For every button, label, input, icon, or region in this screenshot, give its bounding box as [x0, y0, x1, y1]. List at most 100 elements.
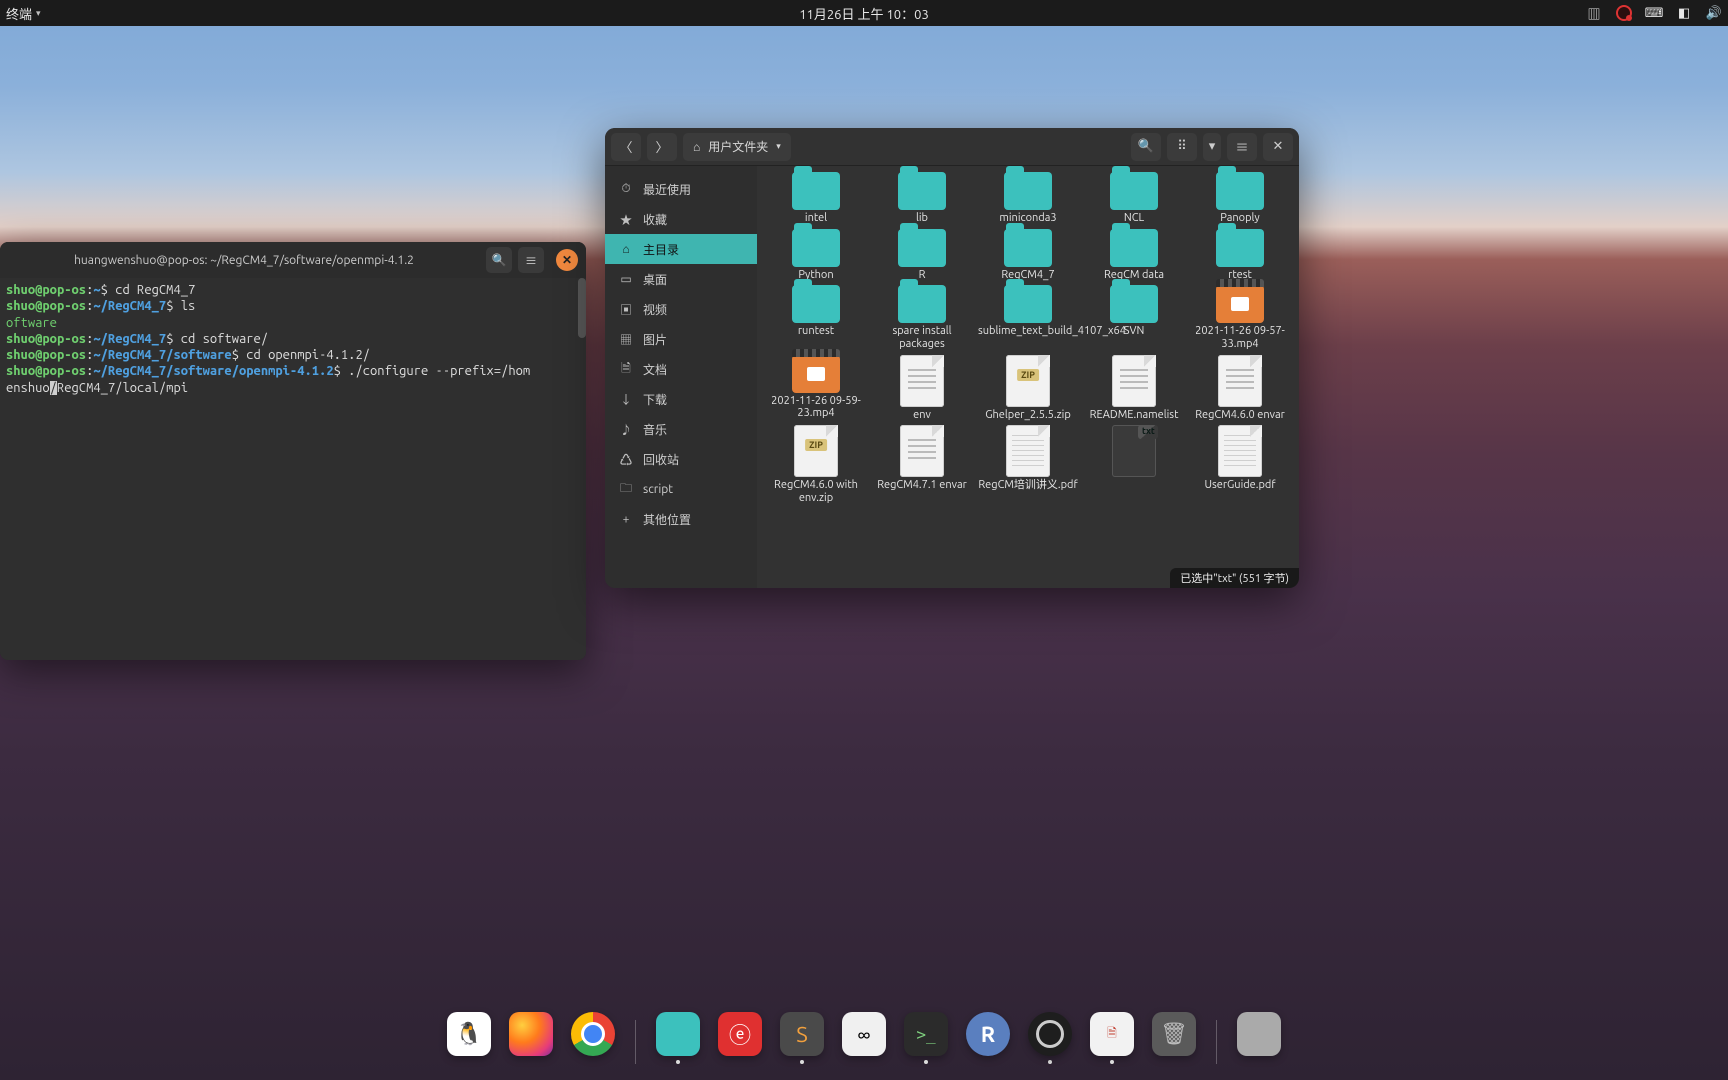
file-label: 2021-11-26 09-57-33.mp4 — [1190, 325, 1290, 350]
file-label: RegCM培训讲义.pdf — [978, 479, 1077, 492]
file-label: RegCM4.7.1 envar — [877, 479, 967, 492]
files-close-button[interactable]: ✕ — [1263, 133, 1293, 161]
file-item[interactable]: 2021-11-26 09-57-33.mp4 — [1189, 283, 1291, 350]
file-item[interactable]: sublime_text_build_4107_x64 — [977, 283, 1079, 350]
folder-icon — [1216, 172, 1264, 210]
sidebar-item-label: 下载 — [643, 391, 667, 408]
firefox-icon — [509, 1012, 553, 1056]
file-item[interactable]: Python — [765, 227, 867, 282]
file-item[interactable]: RegCM4.6.0 with env.zip — [765, 423, 867, 504]
file-item[interactable]: 2021-11-26 09-59-23.mp4 — [765, 353, 867, 422]
file-item[interactable]: Ghelper_2.5.5.zip — [977, 353, 1079, 422]
tray-app-icon[interactable]: ◧ — [1676, 5, 1692, 21]
dock-item-terminal[interactable]: >_ — [904, 1012, 948, 1064]
file-item[interactable]: Panoply — [1189, 170, 1291, 225]
clock[interactable]: 11月26日 上午 10：03 — [799, 4, 929, 23]
files-search-button[interactable]: 🔍 — [1131, 133, 1161, 161]
nav-back-button[interactable]: 〈 — [611, 133, 641, 161]
dock-item-apps[interactable] — [1237, 1012, 1281, 1064]
file-item[interactable]: RegCM data — [1083, 227, 1185, 282]
volume-icon[interactable]: 🔊 — [1706, 5, 1722, 21]
dock-item-libreoffice[interactable]: 🗎 — [1090, 1012, 1134, 1064]
sidebar-item[interactable]: +其他位置 — [605, 504, 757, 534]
file-item[interactable]: env — [871, 353, 973, 422]
folder-icon — [898, 229, 946, 267]
file-label: sublime_text_build_4107_x64 — [978, 325, 1078, 338]
sidebar-item-label: script — [643, 483, 673, 496]
sidebar-item[interactable]: 🗎文档 — [605, 354, 757, 384]
file-item[interactable]: lib — [871, 170, 973, 225]
terminal-scrollbar[interactable] — [578, 278, 586, 338]
sidebar-item[interactable]: ▣视频 — [605, 294, 757, 324]
file-item[interactable]: intel — [765, 170, 867, 225]
trash-icon: 🗑 — [1152, 1012, 1196, 1056]
file-item[interactable]: runtest — [765, 283, 867, 350]
pathbar[interactable]: ⌂ 用户文件夹 ▾ — [683, 133, 791, 161]
dock-item-files[interactable] — [656, 1012, 700, 1064]
sidebar-item[interactable]: ⏱最近使用 — [605, 174, 757, 204]
prompt-user: shuo@pop-os — [6, 332, 86, 346]
folder-icon — [1004, 285, 1052, 323]
sidebar-item[interactable]: 🗀script — [605, 474, 757, 504]
sidebar-item-icon: ▦ — [619, 331, 633, 348]
dock-item-sublime[interactable]: S — [780, 1012, 824, 1064]
dock-item-obs[interactable] — [1028, 1012, 1072, 1064]
dock-item-netease[interactable]: ⓔ — [718, 1012, 762, 1064]
dock-item-rstudio[interactable]: R — [966, 1012, 1010, 1064]
sidebar-item[interactable]: ♺回收站 — [605, 444, 757, 474]
sidebar-item-icon: ♺ — [619, 451, 633, 468]
terminal-titlebar[interactable]: huangwenshuo@pop-os: ~/RegCM4_7/software… — [0, 242, 586, 278]
files-icon-grid[interactable]: intellibminiconda3NCLPanoplyPythonRRegCM… — [757, 166, 1299, 588]
file-item[interactable]: NCL — [1083, 170, 1185, 225]
terminal-menu-button[interactable]: ≡ — [518, 247, 544, 273]
file-item[interactable]: RegCM4.7.1 envar — [871, 423, 973, 504]
nav-forward-button[interactable]: 〉 — [647, 133, 677, 161]
file-label: RegCM4.6.0 envar — [1195, 409, 1285, 422]
sidebar-item-label: 音乐 — [643, 421, 667, 438]
sidebar-item[interactable]: ▭桌面 — [605, 264, 757, 294]
apps-icon — [1237, 1012, 1281, 1056]
dock-item-baidu[interactable]: ∞ — [842, 1012, 886, 1064]
sidebar-item-label: 其他位置 — [643, 511, 691, 528]
file-item[interactable]: spare install packages — [871, 283, 973, 350]
app-menu-caret-icon[interactable]: ▾ — [36, 8, 41, 19]
view-toggle-caret[interactable]: ▾ — [1203, 133, 1221, 161]
sidebar-item[interactable]: ▦图片 — [605, 324, 757, 354]
files-menu-button[interactable]: ≡ — [1227, 133, 1257, 161]
terminal-body[interactable]: shuo@pop-os:~$ cd RegCM4_7shuo@pop-os:~/… — [0, 278, 586, 660]
sidebar-item-label: 视频 — [643, 301, 667, 318]
app-menu-label[interactable]: 终端 — [6, 4, 32, 23]
zip-icon — [1006, 355, 1050, 407]
dock-item-firefox[interactable] — [509, 1012, 553, 1064]
file-item[interactable] — [1083, 423, 1185, 504]
terminal-close-button[interactable]: ✕ — [556, 249, 578, 271]
file-item[interactable]: UserGuide.pdf — [1189, 423, 1291, 504]
dock-item-qq[interactable]: 🐧 — [447, 1012, 491, 1064]
workspace-indicator-icon[interactable]: ▥ — [1586, 5, 1602, 21]
file-item[interactable]: RegCM培训讲义.pdf — [977, 423, 1079, 504]
pathbar-label: 用户文件夹 — [708, 138, 768, 155]
keyboard-indicator-icon[interactable]: ⌨ — [1646, 5, 1662, 21]
sidebar-item[interactable]: ★收藏 — [605, 204, 757, 234]
file-item[interactable]: README.namelist — [1083, 353, 1185, 422]
terminal-cont: RegCM4_7/local/mpi — [57, 381, 188, 395]
file-item[interactable]: rtest — [1189, 227, 1291, 282]
file-item[interactable]: miniconda3 — [977, 170, 1079, 225]
prompt-user: shuo@pop-os — [6, 299, 86, 313]
prompt-command: ls — [173, 299, 195, 313]
view-toggle-button[interactable]: ⠿ — [1167, 133, 1197, 161]
dock-item-chrome[interactable] — [571, 1012, 615, 1064]
file-item[interactable]: RegCM4_7 — [977, 227, 1079, 282]
prompt-path: ~/RegCM4_7/software/openmpi-4.1.2 — [93, 364, 333, 378]
dock-item-trash[interactable]: 🗑 — [1152, 1012, 1196, 1064]
sidebar-item[interactable]: ⌂主目录 — [605, 234, 757, 264]
sidebar-item[interactable]: ♪音乐 — [605, 414, 757, 444]
terminal-search-button[interactable]: 🔍 — [486, 247, 512, 273]
sidebar-item[interactable]: ↓下载 — [605, 384, 757, 414]
sidebar-item-label: 文档 — [643, 361, 667, 378]
file-item[interactable]: R — [871, 227, 973, 282]
pathbar-caret-icon[interactable]: ▾ — [776, 141, 781, 152]
file-item[interactable]: RegCM4.6.0 envar — [1189, 353, 1291, 422]
file-item[interactable]: SVN — [1083, 283, 1185, 350]
screen-record-indicator-icon[interactable] — [1616, 5, 1632, 21]
